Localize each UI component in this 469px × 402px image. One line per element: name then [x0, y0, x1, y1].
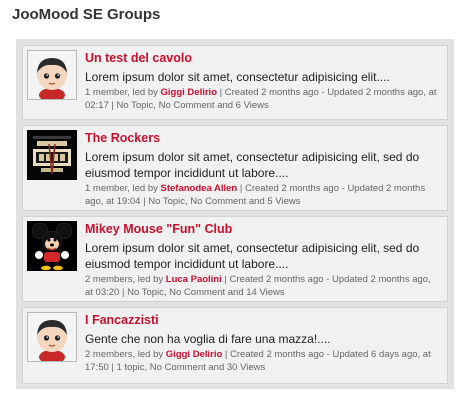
- group-meta: 1 member, led by Giggi Delirio | Created…: [85, 86, 441, 112]
- group-item: The Rockers Lorem ipsum dolor sit amet, …: [22, 125, 448, 211]
- member-count-text: 1 member, led by: [85, 183, 158, 194]
- group-item: I Fancazzisti Gente che non ha voglia di…: [22, 307, 448, 384]
- we-will-rock-you-poster-icon[interactable]: [27, 130, 77, 180]
- member-count-text: 2 members, led by: [85, 349, 164, 360]
- group-item: Mikey Mouse "Fun" Club Lorem ipsum dolor…: [22, 216, 448, 302]
- group-meta: 1 member, led by Stefanodea Allen | Crea…: [85, 182, 441, 208]
- group-title-link[interactable]: The Rockers: [85, 130, 441, 146]
- group-description: Lorem ipsum dolor sit amet, consectetur …: [85, 70, 390, 84]
- group-meta: 2 members, led by Luca Paolini | Created…: [85, 273, 441, 299]
- cartoon-boy-avatar-icon[interactable]: [27, 312, 77, 362]
- group-description: Lorem ipsum dolor sit amet, consectetur …: [85, 241, 420, 271]
- group-leader-link[interactable]: Giggi Delirio: [166, 349, 222, 360]
- member-count-text: 1 member, led by: [85, 87, 158, 98]
- member-count-text: 2 members, led by: [85, 274, 164, 285]
- group-title-link[interactable]: Un test del cavolo: [85, 50, 441, 66]
- mickey-mouse-icon[interactable]: [27, 221, 77, 271]
- group-title-link[interactable]: I Fancazzisti: [85, 312, 441, 328]
- group-leader-link[interactable]: Giggi Delirio: [161, 87, 217, 98]
- group-meta: 2 members, led by Giggi Delirio | Create…: [85, 348, 441, 374]
- group-leader-link[interactable]: Stefanodea Allen: [161, 183, 238, 194]
- group-description: Lorem ipsum dolor sit amet, consectetur …: [85, 150, 420, 180]
- cartoon-boy-avatar-icon[interactable]: [27, 50, 77, 100]
- group-title-link[interactable]: Mikey Mouse "Fun" Club: [85, 221, 441, 237]
- groups-list: Un test del cavolo Lorem ipsum dolor sit…: [16, 39, 454, 389]
- module-title: JooMood SE Groups: [12, 6, 161, 23]
- group-item: Un test del cavolo Lorem ipsum dolor sit…: [22, 45, 448, 120]
- group-leader-link[interactable]: Luca Paolini: [166, 274, 222, 285]
- group-description: Gente che non ha voglia di fare una mazz…: [85, 332, 331, 346]
